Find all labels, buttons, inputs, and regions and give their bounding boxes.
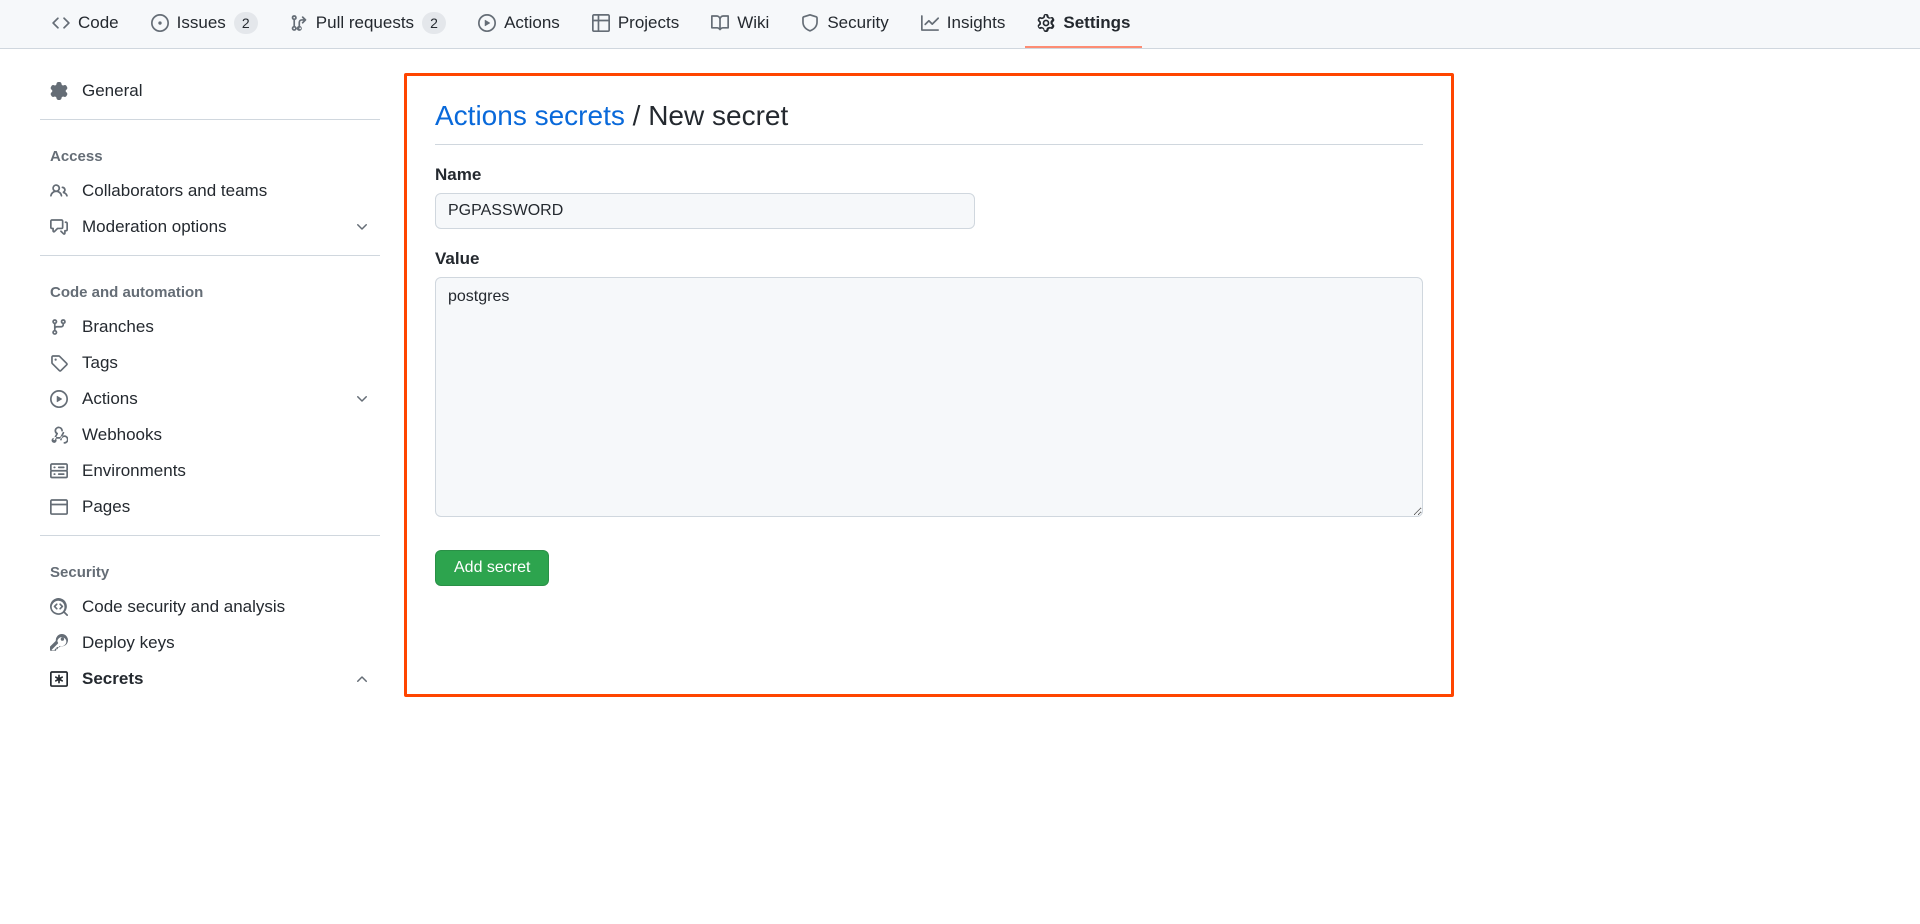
tab-settings[interactable]: Settings bbox=[1025, 0, 1142, 48]
sidebar-label: Tags bbox=[82, 353, 118, 373]
sidebar-label: Moderation options bbox=[82, 217, 227, 237]
tag-icon bbox=[50, 354, 70, 372]
sidebar-branches[interactable]: Branches bbox=[40, 309, 380, 345]
tab-label: Pull requests bbox=[316, 13, 414, 33]
tab-issues[interactable]: Issues 2 bbox=[139, 0, 270, 48]
git-pull-request-icon bbox=[290, 14, 308, 32]
chevron-up-icon bbox=[354, 671, 370, 687]
breadcrumb-separator: / bbox=[633, 100, 641, 131]
server-icon bbox=[50, 462, 70, 480]
sidebar-pages[interactable]: Pages bbox=[40, 489, 380, 525]
secret-name-input[interactable] bbox=[435, 193, 975, 229]
sidebar-secrets[interactable]: Secrets bbox=[40, 661, 380, 697]
sidebar-label: General bbox=[82, 81, 142, 101]
people-icon bbox=[50, 182, 70, 200]
sidebar-label: Secrets bbox=[82, 669, 143, 689]
play-icon bbox=[478, 14, 496, 32]
add-secret-button[interactable]: Add secret bbox=[435, 550, 549, 586]
sidebar-deploy-keys[interactable]: Deploy keys bbox=[40, 625, 380, 661]
chevron-down-icon bbox=[354, 391, 370, 407]
tab-actions[interactable]: Actions bbox=[466, 0, 572, 48]
sidebar-label: Deploy keys bbox=[82, 633, 175, 653]
browser-icon bbox=[50, 498, 70, 516]
sidebar-section-security: Security bbox=[40, 546, 380, 589]
tab-security[interactable]: Security bbox=[789, 0, 900, 48]
main-content: Actions secrets / New secret Name Value … bbox=[404, 73, 1454, 697]
sidebar-label: Code security and analysis bbox=[82, 597, 285, 617]
key-asterisk-icon bbox=[50, 670, 70, 688]
tab-label: Wiki bbox=[737, 13, 769, 33]
repo-tab-nav: Code Issues 2 Pull requests 2 Actions bbox=[0, 0, 1920, 49]
breadcrumb-parent[interactable]: Actions secrets bbox=[435, 100, 625, 131]
shield-icon bbox=[801, 14, 819, 32]
sidebar-environments[interactable]: Environments bbox=[40, 453, 380, 489]
webhook-icon bbox=[50, 426, 70, 444]
graph-icon bbox=[921, 14, 939, 32]
tab-label: Code bbox=[78, 13, 119, 33]
settings-sidebar: General Access Collaborators and teams M… bbox=[40, 73, 380, 697]
tab-pull-requests[interactable]: Pull requests 2 bbox=[278, 0, 458, 48]
issue-opened-icon bbox=[151, 14, 169, 32]
sidebar-webhooks[interactable]: Webhooks bbox=[40, 417, 380, 453]
tab-label: Projects bbox=[618, 13, 679, 33]
book-icon bbox=[711, 14, 729, 32]
page-title: Actions secrets / New secret bbox=[435, 100, 1423, 145]
git-branch-icon bbox=[50, 318, 70, 336]
gear-icon bbox=[1037, 14, 1055, 32]
comment-discussion-icon bbox=[50, 218, 70, 236]
issues-count: 2 bbox=[234, 12, 258, 34]
gear-icon bbox=[50, 82, 70, 100]
table-icon bbox=[592, 14, 610, 32]
key-icon bbox=[50, 634, 70, 652]
sidebar-label: Pages bbox=[82, 497, 130, 517]
name-label: Name bbox=[435, 165, 1423, 185]
codescan-icon bbox=[50, 598, 70, 616]
sidebar-actions[interactable]: Actions bbox=[40, 381, 380, 417]
breadcrumb-current: New secret bbox=[648, 100, 788, 131]
tab-label: Issues bbox=[177, 13, 226, 33]
tab-label: Security bbox=[827, 13, 888, 33]
tab-insights[interactable]: Insights bbox=[909, 0, 1018, 48]
tab-wiki[interactable]: Wiki bbox=[699, 0, 781, 48]
secret-value-textarea[interactable] bbox=[435, 277, 1423, 517]
sidebar-label: Actions bbox=[82, 389, 138, 409]
sidebar-tags[interactable]: Tags bbox=[40, 345, 380, 381]
tab-label: Insights bbox=[947, 13, 1006, 33]
tab-code[interactable]: Code bbox=[40, 0, 131, 48]
sidebar-code-security[interactable]: Code security and analysis bbox=[40, 589, 380, 625]
sidebar-moderation[interactable]: Moderation options bbox=[40, 209, 380, 245]
chevron-down-icon bbox=[354, 219, 370, 235]
sidebar-label: Collaborators and teams bbox=[82, 181, 267, 201]
sidebar-section-access: Access bbox=[40, 130, 380, 173]
value-label: Value bbox=[435, 249, 1423, 269]
sidebar-general[interactable]: General bbox=[40, 73, 380, 109]
sidebar-label: Webhooks bbox=[82, 425, 162, 445]
pulls-count: 2 bbox=[422, 12, 446, 34]
tab-label: Actions bbox=[504, 13, 560, 33]
sidebar-section-automation: Code and automation bbox=[40, 266, 380, 309]
sidebar-label: Environments bbox=[82, 461, 186, 481]
play-icon bbox=[50, 390, 70, 408]
code-icon bbox=[52, 14, 70, 32]
sidebar-collaborators[interactable]: Collaborators and teams bbox=[40, 173, 380, 209]
tab-projects[interactable]: Projects bbox=[580, 0, 691, 48]
tab-label: Settings bbox=[1063, 13, 1130, 33]
sidebar-label: Branches bbox=[82, 317, 154, 337]
